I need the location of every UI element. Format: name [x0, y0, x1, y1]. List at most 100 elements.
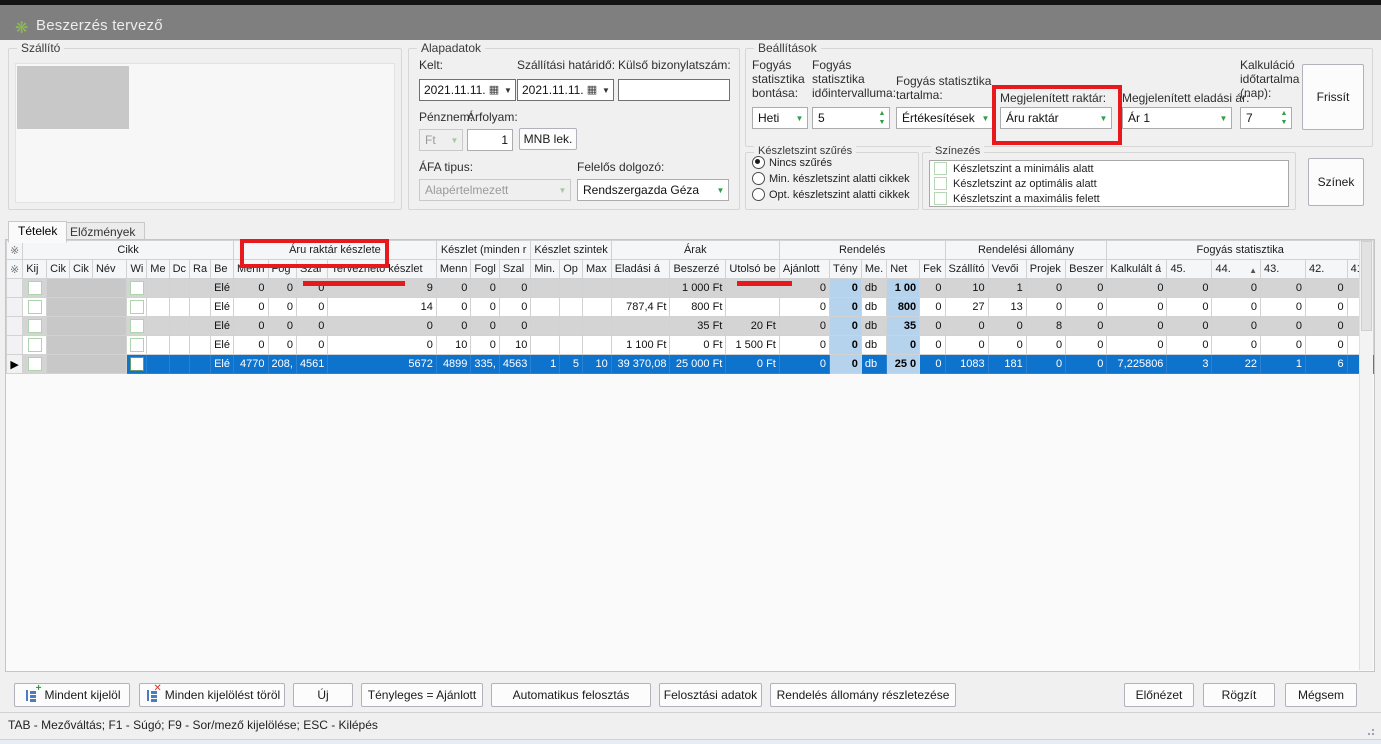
grid-cell[interactable]: 1 — [1261, 355, 1306, 374]
grid-cell[interactable]: 25 000 Ft — [670, 355, 726, 374]
grid-cell[interactable]: 0 — [268, 279, 296, 298]
grid-cell[interactable]: 10 — [582, 355, 611, 374]
grid-cell[interactable]: 0 — [779, 298, 829, 317]
grid-cell[interactable]: 8 — [1026, 317, 1065, 336]
row-select-checkbox[interactable] — [23, 298, 47, 317]
spinner-arrows-icon[interactable]: ▲▼ — [875, 109, 889, 127]
grid-cell[interactable]: 0 — [1261, 298, 1306, 317]
grid-cell[interactable]: 0 — [471, 279, 499, 298]
grid-cell[interactable]: 4899 — [436, 355, 471, 374]
grid-cell[interactable]: 25 0 — [887, 355, 920, 374]
afa-combo[interactable]: Alapértelmezett ▼ — [419, 179, 571, 201]
grid-cell[interactable]: 0 — [233, 336, 268, 355]
grid-column-header[interactable]: 43. — [1261, 260, 1306, 279]
arfolyam-input[interactable]: 1 — [467, 129, 513, 151]
chevron-down-icon[interactable]: ▼ — [501, 86, 515, 95]
grid-cell[interactable]: 0 — [268, 298, 296, 317]
row-flag-checkbox[interactable] — [127, 336, 147, 355]
grid-column-header[interactable]: Be — [211, 260, 234, 279]
grid-cell[interactable]: 0 — [830, 298, 862, 317]
grid-cell[interactable]: 0 — [830, 279, 862, 298]
colorize-item[interactable]: Készletszint a maximális felett — [930, 191, 1288, 206]
grid-cell[interactable]: 0 — [1212, 279, 1261, 298]
grid-cell[interactable]: Elé — [211, 336, 234, 355]
row-flag-checkbox[interactable] — [127, 317, 147, 336]
row-indicator[interactable] — [7, 298, 23, 317]
grid-cell[interactable]: 1 — [531, 355, 560, 374]
items-grid-panel[interactable]: ※CikkÁru raktár készleteKészlet (minden … — [5, 239, 1375, 672]
grid-column-header[interactable]: Tény — [830, 260, 862, 279]
frissit-button[interactable]: Frissít — [1302, 64, 1364, 130]
grid-cell[interactable]: db — [861, 355, 886, 374]
grid-column-header[interactable]: Beszer — [1066, 260, 1107, 279]
grid-column-header[interactable]: 45. — [1167, 260, 1212, 279]
grid-cell[interactable]: 800 — [887, 298, 920, 317]
kalkulacio-spinner[interactable]: 7 ▲▼ — [1240, 107, 1292, 129]
grid-cell[interactable]: db — [861, 317, 886, 336]
grid-column-header[interactable]: 42. — [1306, 260, 1348, 279]
grid-cell[interactable]: 0 — [1306, 298, 1348, 317]
grid-group-header[interactable]: Fogyás statisztika — [1107, 241, 1374, 260]
grid-cell[interactable]: 0 — [296, 298, 327, 317]
grid-cell[interactable]: 0 — [233, 317, 268, 336]
grid-cell[interactable]: 0 — [436, 298, 471, 317]
grid-cell[interactable]: 7,225806 — [1107, 355, 1167, 374]
grid-cell[interactable] — [560, 279, 583, 298]
grid-cell[interactable]: 5 — [560, 355, 583, 374]
grid-cell[interactable]: 0 — [499, 279, 530, 298]
grid-cell[interactable]: 0 — [471, 317, 499, 336]
grid-cell[interactable]: 10 — [945, 279, 988, 298]
checkbox-icon[interactable] — [934, 177, 947, 190]
grid-cell[interactable]: 1 500 Ft — [726, 336, 779, 355]
radio-min-keszletszint[interactable]: Min. készletszint alatti cikkek — [752, 172, 910, 185]
mnb-button[interactable]: MNB lek. — [519, 128, 577, 150]
grid-column-header[interactable]: Wi — [127, 260, 147, 279]
grid-cell[interactable]: 4561 — [296, 355, 327, 374]
grid-cell[interactable]: 10 — [499, 336, 530, 355]
grid-cell[interactable]: 39 370,08 — [611, 355, 670, 374]
grid-cell[interactable]: 0 — [1167, 317, 1212, 336]
clear-selection-button[interactable]: ✕ Minden kijelölést töröl — [139, 683, 285, 707]
grid-cell[interactable]: 0 — [945, 336, 988, 355]
grid-cell[interactable]: 20 Ft — [726, 317, 779, 336]
grid-cell[interactable] — [582, 279, 611, 298]
grid-cell[interactable]: 10 — [436, 336, 471, 355]
grid-cell[interactable]: Elé — [211, 279, 234, 298]
grid-cell[interactable]: 13 — [988, 298, 1026, 317]
grid-cell[interactable]: 0 — [233, 298, 268, 317]
grid-group-header[interactable]: Árak — [611, 241, 779, 260]
grid-cell[interactable] — [560, 298, 583, 317]
grid-cell[interactable]: 35 Ft — [670, 317, 726, 336]
chevron-down-icon[interactable]: ▼ — [792, 114, 807, 123]
grid-cell[interactable]: 0 — [1066, 317, 1107, 336]
grid-cell[interactable]: 1 000 Ft — [670, 279, 726, 298]
grid-group-header[interactable]: ※ — [7, 241, 23, 260]
grid-cell[interactable]: 0 — [471, 336, 499, 355]
grid-cell[interactable]: 0 — [1107, 317, 1167, 336]
grid-cell[interactable]: 0 Ft — [670, 336, 726, 355]
grid-cell[interactable] — [611, 317, 670, 336]
grid-cell[interactable]: 0 — [1167, 279, 1212, 298]
grid-cell[interactable]: 0 — [920, 355, 945, 374]
chevron-down-icon[interactable]: ▼ — [713, 186, 728, 195]
grid-cell[interactable] — [726, 298, 779, 317]
spinner-arrows-icon[interactable]: ▲▼ — [1277, 109, 1291, 127]
grid-cell[interactable]: Elé — [211, 317, 234, 336]
radio-nincs-szures[interactable]: Nincs szűrés — [752, 156, 832, 169]
grid-column-header[interactable]: Net — [887, 260, 920, 279]
row-select-checkbox[interactable] — [23, 317, 47, 336]
intervallum-spinner[interactable]: 5 ▲▼ — [812, 107, 890, 129]
grid-cell[interactable]: 0 — [779, 317, 829, 336]
grid-cell[interactable]: 0 — [1261, 336, 1306, 355]
grid-cell[interactable]: 1 00 — [887, 279, 920, 298]
grid-cell[interactable]: 0 — [1261, 279, 1306, 298]
grid-cell[interactable]: 0 — [296, 317, 327, 336]
grid-cell[interactable]: 0 — [830, 355, 862, 374]
split-data-button[interactable]: Felosztási adatok — [659, 683, 762, 707]
grid-cell[interactable]: 0 — [920, 317, 945, 336]
checkbox-icon[interactable] — [934, 162, 947, 175]
colorize-item[interactable]: Készletszint a minimális alatt — [930, 161, 1288, 176]
chevron-down-icon[interactable]: ▼ — [599, 86, 613, 95]
grid-cell[interactable]: 0 — [1026, 298, 1065, 317]
grid-cell[interactable]: 0 — [436, 279, 471, 298]
